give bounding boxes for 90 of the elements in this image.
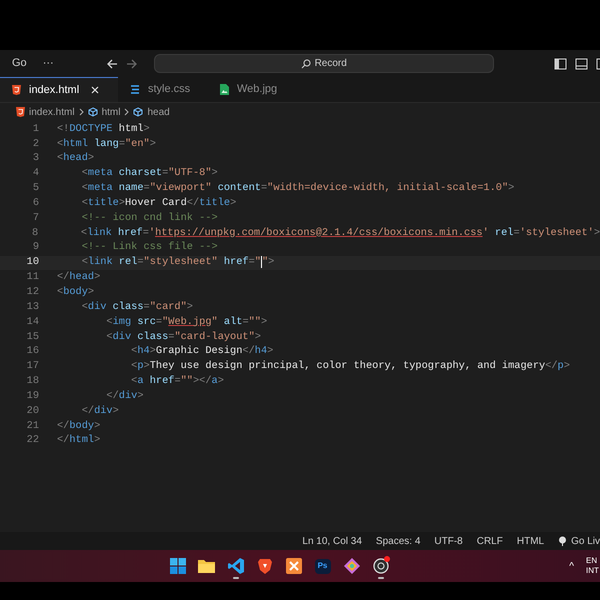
- line-number: 5: [32, 181, 39, 196]
- sidebar-toggle-icon[interactable]: [554, 58, 567, 70]
- code-line: </div>: [105, 388, 144, 404]
- line-number: 10: [26, 255, 39, 270]
- code-line: <div class="card">: [80, 300, 193, 315]
- line-number: 9: [32, 240, 39, 256]
- line-number: 22: [26, 433, 39, 448]
- line-number: 3: [32, 151, 39, 166]
- tray-chevron[interactable]: ^: [569, 558, 574, 574]
- line-number: 19: [26, 388, 39, 404]
- code-line: <body>: [57, 284, 94, 300]
- running-indicator: [232, 577, 238, 579]
- breadcrumb-item[interactable]: index.html: [29, 104, 75, 120]
- code-line: <html lang="en">: [57, 136, 156, 152]
- folder-icon: [198, 559, 215, 573]
- code-line: <meta name="viewport" content="width=device-width, initial-scale=1.0">: [80, 181, 514, 196]
- line-number: 6: [32, 196, 39, 211]
- code-line: <!-- Link css file -->: [80, 240, 218, 256]
- line-number: 16: [26, 344, 39, 360]
- panel-toggle-icon[interactable]: [575, 58, 588, 70]
- keyboard-layout-indicator[interactable]: INT: [586, 566, 600, 576]
- code-line: </head>: [57, 270, 100, 286]
- menu-item[interactable]: Go: [8, 55, 31, 72]
- line-number: 8: [30, 226, 38, 241]
- line-number: 2: [32, 136, 39, 152]
- css-file-icon: [130, 85, 140, 94]
- diamond-icon: [344, 558, 360, 574]
- line-number: 1: [32, 122, 39, 137]
- cube-icon: [133, 107, 144, 117]
- code-line: <head>: [57, 151, 94, 166]
- code-line: <title>Hover Card</title>: [80, 196, 236, 211]
- tab-label: Web.jpg: [237, 82, 278, 98]
- code-line: <img src="Web.jpg" alt="">: [105, 314, 268, 330]
- editor-tab[interactable]: Web.jpg: [208, 77, 298, 102]
- search-field[interactable]: Record: [154, 54, 494, 73]
- chevron-icon: [78, 108, 84, 116]
- status-item[interactable]: UTF-8: [434, 534, 463, 548]
- code-line: <meta charset="UTF-8">: [80, 166, 218, 182]
- chevron-icon: [124, 108, 130, 116]
- status-item[interactable]: Spaces: 4: [376, 534, 420, 548]
- code-line: <link rel="stylesheet" href="">: [80, 255, 274, 270]
- running-indicator: [378, 577, 384, 579]
- code-line: </body>: [57, 418, 100, 434]
- line-number: 7: [32, 210, 39, 226]
- back-arrow-icon[interactable]: [106, 58, 118, 70]
- code-line: <p>They use design principal, color theory, typography, and imagery</p>: [130, 359, 570, 374]
- tab-label: style.css: [148, 82, 190, 98]
- line-number: 18: [26, 374, 39, 390]
- status-item[interactable]: CRLF: [476, 534, 503, 548]
- html-file-icon: [12, 85, 21, 95]
- image-file-icon: [220, 84, 229, 95]
- line-number: 20: [26, 404, 39, 419]
- breadcrumb-item[interactable]: html: [102, 104, 120, 120]
- record-circle-icon: [372, 558, 388, 574]
- line-number: 4: [32, 166, 39, 182]
- code-line: </html>: [57, 433, 100, 448]
- app-label: Ps: [314, 558, 330, 574]
- search-icon: [300, 58, 311, 68]
- tab-label: index.html: [29, 82, 80, 98]
- go-live-button[interactable]: Go Liv: [558, 534, 600, 548]
- line-number: 15: [26, 330, 39, 345]
- code-line: </div>: [80, 404, 119, 419]
- code-line: <a href=""></a>: [130, 374, 224, 390]
- editor-tab[interactable]: index.html: [0, 77, 118, 102]
- status-item[interactable]: Ln 10, Col 34: [302, 534, 362, 548]
- taskbar-app[interactable]: Ps: [311, 552, 334, 580]
- line-number: 11: [26, 270, 39, 286]
- breadcrumb-item[interactable]: head: [147, 104, 170, 120]
- code-line: <!DOCTYPE html>: [57, 122, 150, 137]
- line-number: 21: [26, 418, 39, 434]
- line-number: 12: [26, 284, 39, 300]
- code-line: <link href='https://unpkg.com/boxicons@2.1.4/css/boxicons.min.css' rel='stylesheet'>: [80, 226, 600, 241]
- language-indicator[interactable]: EN: [586, 556, 600, 566]
- line-number: 14: [26, 314, 39, 330]
- windows-icon: [170, 558, 186, 574]
- status-item[interactable]: HTML: [516, 534, 544, 548]
- code-line: <div class="card-layout">: [105, 330, 261, 345]
- line-number: 13: [26, 300, 39, 315]
- more-menu[interactable]: ···: [38, 55, 58, 72]
- close-icon[interactable]: [91, 86, 100, 94]
- code-line: <h4>Graphic Design</h4>: [130, 344, 274, 360]
- code-editor-icon: [228, 558, 244, 574]
- square-logo-icon: [286, 558, 302, 574]
- code-line: <!-- icon cnd link -->: [80, 210, 218, 226]
- shield-icon: [258, 558, 272, 574]
- editor-tab[interactable]: style.css: [118, 77, 208, 102]
- html-file-icon: [16, 107, 25, 117]
- line-number: 17: [26, 359, 39, 374]
- cube-icon: [88, 107, 98, 117]
- status-label: Go Liv: [571, 534, 600, 548]
